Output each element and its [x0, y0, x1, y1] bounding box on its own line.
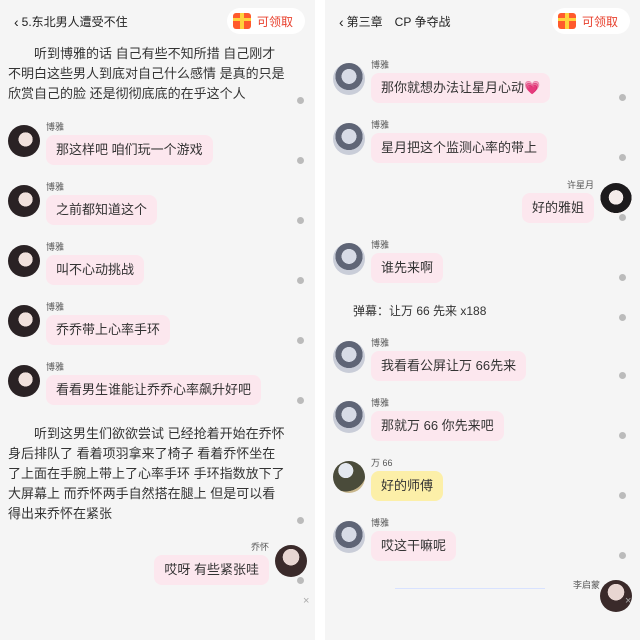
paragraph-comment-dot[interactable] [297, 217, 304, 224]
chat-message: 博雅 谁先来啊 [333, 240, 620, 290]
back-button[interactable]: ‹ 5.东北男人遭受不住 [14, 13, 128, 30]
avatar[interactable] [333, 521, 365, 553]
chat-panel-right: ‹ 第三章 CP 争夺战 可领取 博雅 那你就想办法让星月心动💗 博雅 星月把这… [325, 0, 640, 640]
message-bubble: 谁先来啊 [371, 253, 444, 283]
avatar[interactable] [600, 183, 632, 215]
sender-name: 许星月 [566, 180, 594, 190]
avatar[interactable] [333, 123, 365, 155]
paragraph-comment-dot[interactable] [619, 372, 626, 379]
avatar[interactable] [8, 245, 40, 277]
avatar[interactable] [333, 401, 365, 433]
chat-message: 博雅 之前都知道这个 [8, 182, 295, 232]
sender-name: 博雅 [46, 182, 65, 192]
header: ‹ 5.东北男人遭受不住 可领取 [0, 6, 315, 36]
paragraph-comment-dot[interactable] [619, 274, 626, 281]
message-bubble: 看看男生谁能让乔乔心率飙升好吧 [46, 375, 262, 405]
sender-name: 乔怀 [250, 542, 269, 552]
chat-message: 博雅 星月把这个监测心率的带上 [333, 120, 620, 170]
paragraph-comment-dot[interactable] [619, 492, 626, 499]
paragraph-comment-dot[interactable] [619, 552, 626, 559]
paragraph-comment-dot[interactable] [619, 314, 626, 321]
avatar[interactable] [8, 125, 40, 157]
message-bubble: 好的雅姐 [521, 193, 594, 223]
chat-message: 博雅 看看男生谁能让乔乔心率飙升好吧 [8, 362, 295, 412]
paragraph-comment-dot[interactable] [297, 97, 304, 104]
paragraph-comment-dot[interactable] [297, 577, 304, 584]
coupon-button[interactable]: 可领取 [226, 8, 305, 34]
chat-message: 博雅 乔乔带上心率手环 [8, 302, 295, 352]
avatar[interactable] [333, 63, 365, 95]
chat-message-self: 乔怀 哎呀 有些紧张哇 [87, 542, 307, 592]
paragraph-comment-dot[interactable] [297, 397, 304, 404]
chevron-left-icon: ‹ [339, 13, 344, 30]
paragraph-comment-dot[interactable] [619, 94, 626, 101]
message-bubble: 那这样吧 咱们玩一个游戏 [46, 135, 213, 165]
narration: 听到这男生们欲欲尝试 已经抢着开始在乔怀身后排队了 看着项羽拿来了椅子 看着乔怀… [8, 426, 285, 521]
coupon-button[interactable]: 可领取 [551, 8, 630, 34]
sender-name: 博雅 [371, 338, 390, 348]
avatar[interactable] [333, 243, 365, 275]
back-button[interactable]: ‹ 第三章 CP 争夺战 [339, 13, 450, 30]
paragraph-comment-dot[interactable] [297, 277, 304, 284]
message-bubble: 好的师傅 [371, 471, 444, 501]
sender-name: 博雅 [371, 398, 390, 408]
panel-divider [315, 0, 325, 640]
chat-panel-left: ‹ 5.东北男人遭受不住 可领取 听到博雅的话 自己有些不知所措 自己刚才 不明… [0, 0, 315, 640]
coupon-label: 可领取 [256, 14, 293, 29]
sender-name: 博雅 [371, 60, 390, 70]
paragraph-comment-dot[interactable] [297, 157, 304, 164]
paragraph-comment-dot[interactable] [619, 432, 626, 439]
avatar[interactable] [8, 305, 40, 337]
avatar[interactable] [333, 341, 365, 373]
message-bubble: 哎这干嘛呢 [371, 531, 457, 561]
message-bubble: 那你就想办法让星月心动💗 [371, 73, 551, 103]
avatar[interactable] [333, 461, 365, 493]
chat-message: 博雅 叫不心动挑战 [8, 242, 295, 292]
paragraph-comment-dot[interactable] [297, 517, 304, 524]
avatar[interactable] [8, 365, 40, 397]
gift-icon [232, 13, 251, 29]
paragraph-comment-dot[interactable] [619, 214, 626, 221]
narration: 听到博雅的话 自己有些不知所措 自己刚才 不明白这些男人到底对自己什么感情 是真… [8, 46, 285, 101]
chat-message: 万 66 好的师傅 [333, 458, 620, 508]
avatar[interactable] [8, 185, 40, 217]
chapter-title: 第三章 CP 争夺战 [346, 15, 451, 29]
message-bubble: 叫不心动挑战 [46, 255, 145, 285]
paragraph-comment-dot[interactable] [297, 337, 304, 344]
sender-name: 博雅 [46, 242, 65, 252]
sender-name: 博雅 [46, 302, 65, 312]
chat-message-self: 许星月 好的雅姐 [412, 180, 632, 230]
chat-message: 博雅 那这样吧 咱们玩一个游戏 [8, 122, 295, 172]
sender-name: 博雅 [46, 122, 65, 132]
message-bubble: 乔乔带上心率手环 [46, 315, 171, 345]
sender-name: 万 66 [371, 458, 393, 468]
paragraph-comment-dot[interactable] [619, 154, 626, 161]
close-icon[interactable]: × [303, 595, 309, 607]
close-icon[interactable]: × [625, 595, 631, 607]
message-bubble: 星月把这个监测心率的带上 [371, 133, 548, 163]
danmu-text: 弹幕：让万 66 先来 x188 [353, 304, 487, 318]
sender-name: 博雅 [371, 518, 390, 528]
header: ‹ 第三章 CP 争夺战 可领取 [325, 6, 640, 36]
chat-message: 博雅 那你就想办法让星月心动💗 [333, 60, 620, 110]
chat-message: 博雅 那就万 66 你先来吧 [333, 398, 620, 448]
message-bubble: 之前都知道这个 [46, 195, 158, 225]
message-bubble: 我看看公屏让万 66先来 [371, 351, 527, 381]
sender-name: 博雅 [371, 240, 390, 250]
sender-name: 李启蒙 [572, 580, 600, 590]
sender-name: 博雅 [46, 362, 65, 372]
chat-message: 博雅 哎这干嘛呢 [333, 518, 620, 568]
divider-line [395, 588, 545, 589]
chat-message: 博雅 我看看公屏让万 66先来 [333, 338, 620, 388]
avatar[interactable] [275, 545, 307, 577]
message-bubble: 哎呀 有些紧张哇 [154, 555, 269, 585]
coupon-label: 可领取 [581, 14, 618, 29]
chapter-title: 5.东北男人遭受不住 [21, 15, 128, 29]
gift-icon [557, 13, 576, 29]
message-bubble: 那就万 66 你先来吧 [371, 411, 504, 441]
sender-name: 博雅 [371, 120, 390, 130]
chevron-left-icon: ‹ [14, 13, 19, 30]
